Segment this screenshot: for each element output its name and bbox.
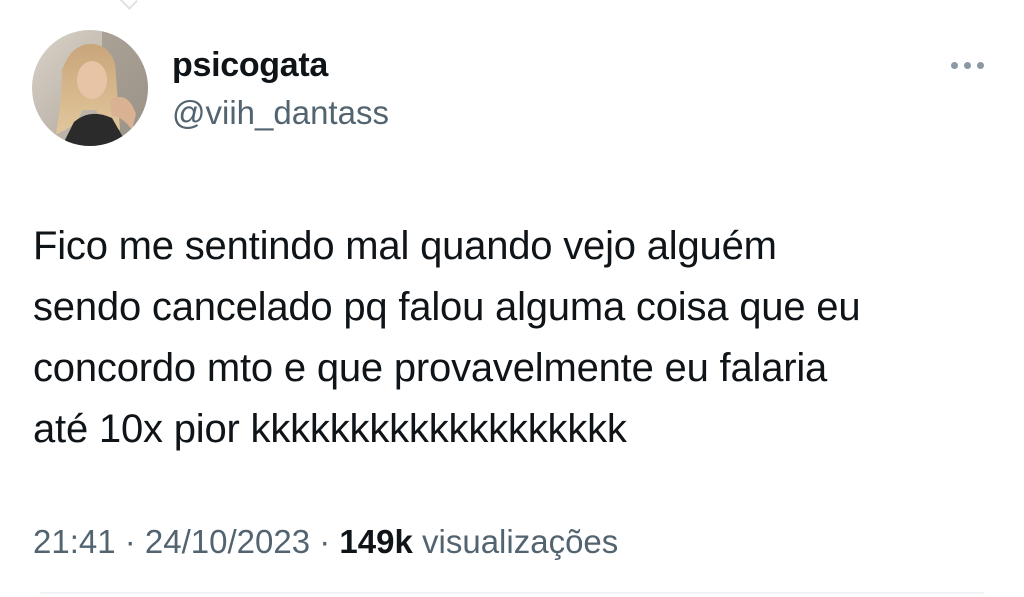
meta-separator: ·: [115, 523, 145, 560]
more-options-button[interactable]: [944, 52, 990, 78]
views-label: visualizações: [412, 523, 619, 560]
more-horizontal-icon-dot: [976, 61, 984, 69]
display-name[interactable]: psicogata: [172, 46, 328, 85]
more-horizontal-icon-dot: [963, 61, 971, 69]
user-handle[interactable]: @viih_dantass: [172, 94, 389, 132]
avatar-image: [32, 30, 148, 146]
tweet-time[interactable]: 21:41: [33, 523, 116, 560]
tweet-card: psicogata @viih_dantass Fico me sentindo…: [0, 0, 1024, 597]
tweet-date[interactable]: 24/10/2023: [145, 523, 310, 560]
avatar[interactable]: [32, 30, 148, 146]
previous-item-edge: [118, 0, 138, 10]
views-count: 149k: [339, 523, 413, 560]
divider: [40, 592, 984, 594]
more-horizontal-icon: [950, 61, 958, 69]
meta-separator: ·: [310, 523, 340, 560]
tweet-text: Fico me sentindo mal quando vejo alguém …: [33, 224, 861, 451]
tweet-meta: 21:41 · 24/10/2023 · 149k visualizações: [33, 523, 618, 561]
